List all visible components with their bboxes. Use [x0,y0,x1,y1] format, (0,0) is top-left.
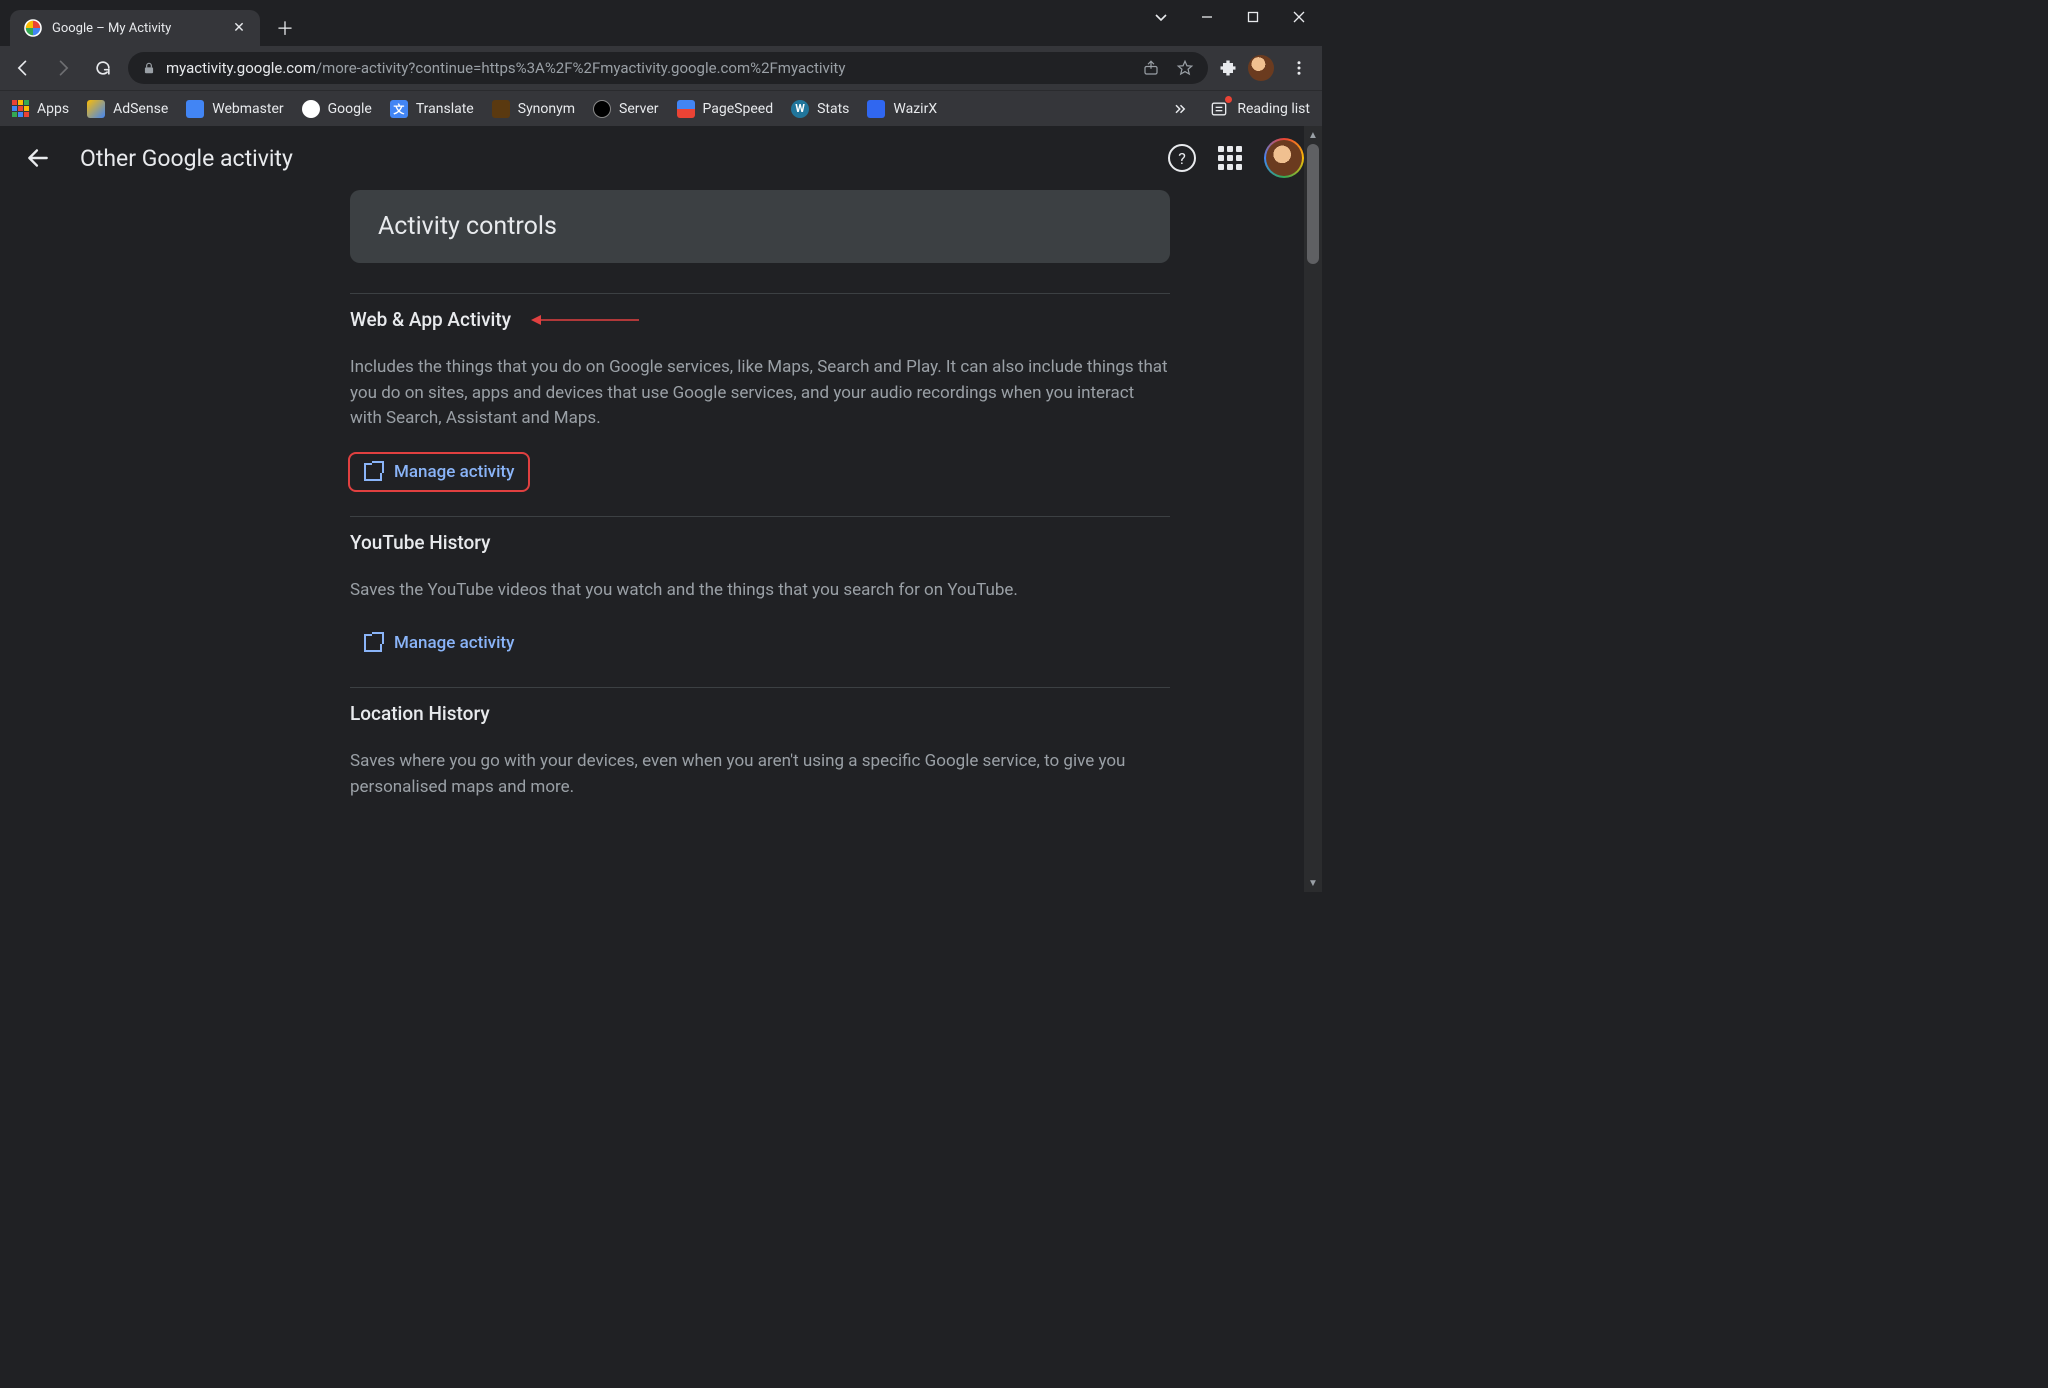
reading-list-button[interactable]: Reading list [1209,99,1310,119]
section-web-app-activity: Web & App Activity Includes the things t… [350,293,1170,516]
new-tab-button[interactable]: ＋ [270,13,300,43]
bookmarks-bar: Apps AdSense Webmaster Google 文 Translat… [0,90,1322,126]
bookmark-overflow-button[interactable] [1173,100,1191,118]
webmaster-icon [186,100,204,118]
page-viewport: Other Google activity ? Activity control… [0,126,1322,892]
lock-icon[interactable] [142,61,156,75]
manage-activity-link-youtube[interactable]: Manage activity [350,625,528,661]
translate-icon: 文 [390,100,408,118]
close-tab-icon[interactable]: ✕ [230,19,248,37]
page-header: Other Google activity ? [0,126,1322,190]
google-icon [302,100,320,118]
bookmark-translate[interactable]: 文 Translate [390,100,474,118]
scroll-up-arrow[interactable]: ▲ [1304,126,1322,144]
section-body: Includes the things that you do on Googl… [350,355,1170,432]
bookmark-synonym[interactable]: Synonym [492,100,575,118]
scroll-track[interactable] [1304,144,1322,874]
synonym-icon [492,100,510,118]
section-location-history: Location History Saves where you go with… [350,687,1170,848]
nav-forward-button[interactable] [48,53,78,83]
window-titlebar: Google – My Activity ✕ ＋ [0,0,1322,46]
adsense-icon [87,100,105,118]
window-controls [1138,0,1322,34]
bookmark-stats[interactable]: W Stats [791,100,849,118]
bookmark-server[interactable]: Server [593,100,658,118]
reading-list-icon [1209,99,1229,119]
bookmark-wazirx[interactable]: WazirX [867,100,937,118]
server-icon [593,100,611,118]
vertical-scrollbar[interactable]: ▲ ▼ [1304,126,1322,892]
tab-search-button[interactable] [1138,0,1184,34]
apps-grid-icon [1218,146,1242,170]
close-window-button[interactable] [1276,0,1322,34]
section-body: Saves where you go with your devices, ev… [350,749,1170,800]
section-heading: YouTube History [350,531,1170,554]
apps-shortcut[interactable]: Apps [12,100,69,117]
annotation-arrow-icon [529,312,639,328]
help-button[interactable]: ? [1168,144,1196,172]
bookmark-google[interactable]: Google [302,100,372,118]
apps-grid-icon [12,100,29,117]
section-youtube-history: YouTube History Saves the YouTube videos… [350,516,1170,688]
section-body: Saves the YouTube videos that you watch … [350,578,1170,604]
minimize-button[interactable] [1184,0,1230,34]
maximize-button[interactable] [1230,0,1276,34]
page-back-button[interactable] [18,138,58,178]
apps-label: Apps [37,101,69,117]
bookmark-star-icon[interactable] [1176,59,1194,77]
bookmark-adsense[interactable]: AdSense [87,100,168,118]
section-heading: Web & App Activity [350,308,1170,331]
browser-menu-button[interactable] [1284,53,1314,83]
scroll-thumb[interactable] [1307,144,1319,264]
page-title: Other Google activity [80,145,293,172]
open-external-icon [364,463,382,481]
content-column: Activity controls Web & App Activity Inc… [350,190,1170,848]
bookmark-pagespeed[interactable]: PageSpeed [677,100,774,118]
address-bar[interactable]: myactivity.google.com/more-activity?cont… [128,52,1208,84]
scroll-down-arrow[interactable]: ▼ [1304,874,1322,892]
account-avatar[interactable] [1264,138,1304,178]
browser-toolbar: myactivity.google.com/more-activity?cont… [0,46,1322,90]
browser-tab[interactable]: Google – My Activity ✕ [10,10,260,46]
profile-avatar-toolbar[interactable] [1248,55,1274,81]
stats-icon: W [791,100,809,118]
manage-activity-link-web[interactable]: Manage activity [350,454,528,490]
avatar-image [1266,140,1302,176]
share-icon[interactable] [1142,59,1160,77]
activity-controls-card: Activity controls [350,190,1170,263]
extensions-button[interactable] [1218,58,1238,78]
url-text: myactivity.google.com/more-activity?cont… [166,59,845,77]
open-external-icon [364,634,382,652]
bookmark-webmaster[interactable]: Webmaster [186,100,283,118]
pagespeed-icon [677,100,695,118]
section-heading: Location History [350,702,1170,725]
google-apps-button[interactable] [1218,146,1242,170]
wazirx-icon [867,100,885,118]
tab-title: Google – My Activity [52,21,222,36]
nav-back-button[interactable] [8,53,38,83]
reload-button[interactable] [88,53,118,83]
google-favicon [24,19,42,37]
